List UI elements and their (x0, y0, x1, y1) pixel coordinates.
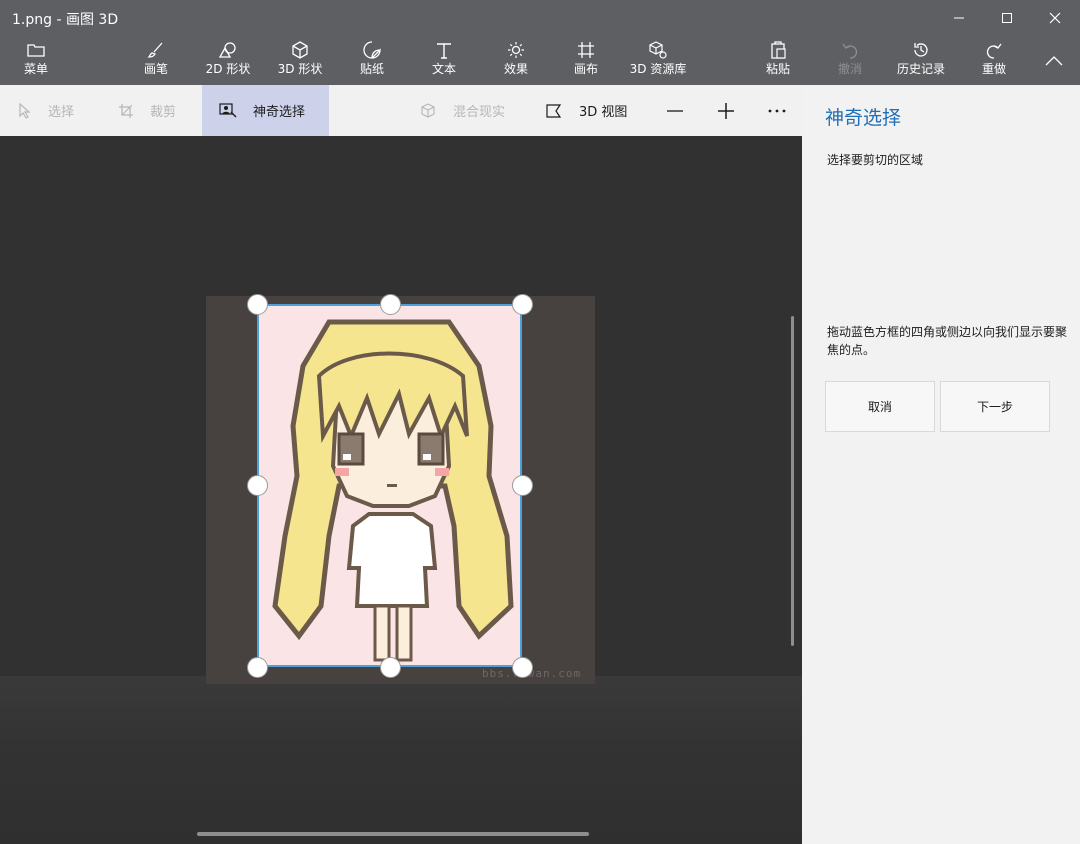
undo-label: 撤消 (837, 62, 862, 76)
vertical-scrollbar[interactable] (791, 316, 794, 646)
paste-label: 粘贴 (765, 62, 790, 76)
crop-button[interactable]: 裁剪 (118, 85, 176, 136)
chevron-up-icon (1045, 55, 1063, 65)
minus-icon (667, 109, 683, 112)
handle-middle-right[interactable] (512, 475, 533, 496)
brush-label: 画笔 (143, 62, 168, 76)
brush-icon (147, 42, 163, 58)
maximize-button[interactable] (984, 0, 1030, 36)
history-icon (914, 43, 928, 57)
main-toolbar: 菜单 画笔 2D 形状 3D 形状 贴纸 文本 效果 画布 3D 资源库 粘贴 … (0, 36, 1080, 85)
redo-label: 重做 (981, 62, 1006, 76)
library-3d-label: 3D 资源库 (629, 62, 687, 76)
paste-icon (771, 41, 786, 59)
shapes-2d-label: 2D 形状 (205, 62, 251, 76)
redo-button[interactable]: 重做 (974, 36, 1014, 85)
minimize-button[interactable] (936, 0, 982, 36)
select-label: 选择 (48, 105, 75, 120)
stickers-button[interactable]: 贴纸 (352, 36, 392, 85)
selection-box[interactable] (257, 304, 522, 667)
effects-label: 效果 (503, 62, 528, 76)
handle-bottom-center[interactable] (380, 657, 401, 678)
title-bar: 1.png - 画图 3D (0, 0, 1080, 36)
crop-icon (119, 103, 133, 118)
canvas-workspace[interactable]: bbs.ruwan.com (0, 136, 802, 844)
window-title: 1.png - 画图 3D (12, 12, 119, 28)
canvas-button[interactable]: 画布 (566, 36, 606, 85)
more-options-button[interactable] (766, 85, 788, 136)
next-button[interactable]: 下一步 (940, 381, 1050, 432)
shapes-2d-icon (218, 42, 236, 58)
history-label: 历史记录 (896, 62, 945, 76)
mixed-reality-label: 混合现实 (453, 105, 506, 120)
canvas-label: 画布 (573, 62, 598, 76)
pixel-art-character (272, 319, 514, 662)
menu-button[interactable]: 菜单 (16, 36, 56, 85)
text-label: 文本 (431, 62, 456, 76)
mixed-reality-button[interactable]: 混合现实 (419, 85, 505, 136)
text-button[interactable]: 文本 (424, 36, 464, 85)
cursor-icon (19, 102, 31, 119)
workspace-floor (0, 676, 802, 844)
magic-select-button[interactable]: 神奇选择 (202, 85, 329, 136)
effects-button[interactable]: 效果 (496, 36, 536, 85)
horizontal-scrollbar[interactable] (197, 832, 589, 836)
handle-top-right[interactable] (512, 294, 533, 315)
collapse-ribbon-button[interactable] (1036, 36, 1072, 85)
stickers-label: 贴纸 (359, 62, 384, 76)
handle-bottom-left[interactable] (247, 657, 268, 678)
library-3d-button[interactable]: 3D 资源库 (626, 36, 690, 85)
cube-icon (292, 41, 308, 59)
view-3d-button[interactable]: 3D 视图 (545, 85, 627, 136)
redo-icon (986, 43, 1002, 59)
handle-middle-left[interactable] (247, 475, 268, 496)
paste-button[interactable]: 粘贴 (758, 36, 798, 85)
sticker-icon (363, 41, 381, 59)
history-button[interactable]: 历史记录 (892, 36, 950, 85)
magic-select-panel: 神奇选择 选择要剪切的区域 拖动蓝色方框的四角或侧边以向我们显示要聚焦的点。 取… (802, 85, 1080, 844)
text-icon (437, 43, 451, 59)
magic-select-icon (219, 102, 237, 117)
panel-help-text: 拖动蓝色方框的四角或侧边以向我们显示要聚焦的点。 (827, 325, 1068, 357)
handle-top-center[interactable] (380, 294, 401, 315)
shapes-2d-button[interactable]: 2D 形状 (202, 36, 254, 85)
panel-title: 神奇选择 (825, 107, 902, 129)
minimize-icon (954, 17, 964, 19)
canvas-icon (578, 42, 594, 58)
shapes-3d-label: 3D 形状 (277, 62, 323, 76)
handle-bottom-right[interactable] (512, 657, 533, 678)
select-button[interactable]: 选择 (18, 85, 74, 136)
shapes-3d-button[interactable]: 3D 形状 (274, 36, 326, 85)
zoom-out-button[interactable] (664, 85, 686, 136)
sun-icon (508, 42, 524, 58)
mixed-reality-icon (421, 102, 435, 118)
close-icon (1049, 12, 1061, 24)
magic-select-label: 神奇选择 (253, 105, 306, 120)
close-button[interactable] (1032, 0, 1078, 36)
view-3d-icon (546, 103, 562, 118)
undo-icon (842, 43, 858, 59)
cancel-button[interactable]: 取消 (825, 381, 935, 432)
sub-toolbar: 选择 裁剪 神奇选择 混合现实 3D 视图 (0, 85, 802, 136)
panel-subtitle: 选择要剪切的区域 (827, 153, 924, 167)
crop-label: 裁剪 (150, 105, 177, 120)
zoom-in-button[interactable] (715, 85, 737, 136)
more-icon (768, 109, 786, 112)
maximize-icon (1002, 13, 1012, 23)
view-3d-label: 3D 视图 (579, 105, 628, 120)
handle-top-left[interactable] (247, 294, 268, 315)
undo-button[interactable]: 撤消 (830, 36, 870, 85)
library-3d-icon (649, 41, 667, 59)
folder-icon (27, 44, 45, 57)
plus-icon (718, 102, 734, 119)
menu-label: 菜单 (23, 62, 48, 76)
brush-button[interactable]: 画笔 (136, 36, 176, 85)
